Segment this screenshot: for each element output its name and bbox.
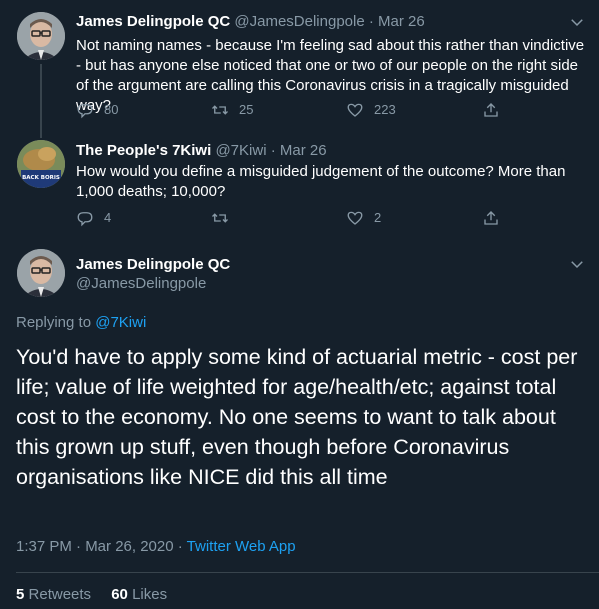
separator: · — [270, 142, 276, 159]
thread-line — [40, 64, 42, 138]
tweet-source[interactable]: Twitter Web App — [187, 538, 296, 555]
avatar-text: BACK BORIS — [22, 175, 60, 181]
tweet-header: James Delingpole QC @JamesDelingpole · M… — [76, 12, 425, 32]
retweets-label: Retweets — [28, 586, 92, 603]
tweet-text: How would you define a misguided judgeme… — [76, 163, 566, 200]
reply-count: 80 — [104, 102, 119, 117]
replying-to: Replying to @7Kiwi — [16, 313, 146, 333]
share-icon — [484, 103, 498, 117]
retweet-icon — [212, 105, 228, 115]
avatar-james-delingpole[interactable] — [17, 249, 65, 297]
tweet-1[interactable]: James Delingpole QC @JamesDelingpole · M… — [0, 0, 599, 138]
separator: · — [173, 538, 187, 555]
reply-button[interactable]: 4 — [76, 209, 111, 227]
author-handle[interactable]: @JamesDelingpole — [234, 13, 364, 30]
avatar-james-delingpole[interactable] — [17, 12, 65, 60]
share-icon — [484, 211, 498, 225]
tweet-stats: 5 Retweets 60 Likes — [16, 585, 167, 605]
reply-icon — [77, 104, 93, 119]
tweet-actions: 80 25 223 — [76, 101, 516, 121]
like-icon — [347, 211, 363, 225]
retweet-count: 25 — [239, 102, 254, 117]
tweet-actions: 4 2 — [76, 209, 516, 229]
mention-link[interactable]: @7Kiwi — [95, 314, 146, 331]
author-handle[interactable]: @7Kiwi — [215, 142, 266, 159]
separator: · — [368, 13, 374, 30]
like-count: 223 — [374, 102, 396, 117]
like-icon — [347, 103, 363, 117]
author-name[interactable]: James Delingpole QC — [76, 255, 230, 275]
share-button[interactable] — [482, 101, 510, 119]
likes-count: 60 — [111, 586, 128, 603]
author-handle[interactable]: @JamesDelingpole — [76, 274, 206, 294]
chevron-down-icon[interactable] — [568, 13, 586, 31]
tweet-date[interactable]: Mar 26 — [280, 142, 327, 159]
likes-label: Likes — [132, 586, 168, 603]
tweet-time[interactable]: 1:37 PM · Mar 26, 2020 — [16, 538, 174, 555]
likes-stat[interactable]: 60 Likes — [111, 586, 167, 603]
tweet-text: You'd have to apply some kind of actuari… — [16, 345, 578, 489]
avatar-7kiwi[interactable]: BACK BORIS — [17, 140, 65, 188]
tweet-header: The People's 7Kiwi @7Kiwi · Mar 26 — [76, 141, 327, 161]
tweet-2[interactable]: BACK BORIS The People's 7Kiwi @7Kiwi · M… — [0, 135, 599, 245]
author-name[interactable]: The People's 7Kiwi — [76, 142, 211, 159]
chevron-down-icon[interactable] — [568, 255, 586, 273]
reply-icon — [77, 212, 93, 227]
retweet-button[interactable]: 25 — [211, 101, 253, 119]
reply-button[interactable]: 80 — [76, 101, 118, 119]
replying-prefix: Replying to — [16, 314, 96, 331]
retweet-icon — [212, 213, 228, 223]
divider — [16, 572, 599, 573]
tweet-timestamp: 1:37 PM · Mar 26, 2020 · Twitter Web App — [16, 537, 296, 557]
retweets-stat[interactable]: 5 Retweets — [16, 586, 91, 603]
reply-count: 4 — [104, 210, 112, 225]
tweet-date[interactable]: Mar 26 — [378, 13, 425, 30]
like-button[interactable]: 2 — [346, 209, 381, 227]
like-count: 2 — [374, 210, 382, 225]
share-button[interactable] — [482, 209, 510, 227]
like-button[interactable]: 223 — [346, 101, 396, 119]
author-name[interactable]: James Delingpole QC — [76, 13, 230, 30]
retweets-count: 5 — [16, 586, 25, 603]
retweet-button[interactable] — [211, 209, 239, 227]
